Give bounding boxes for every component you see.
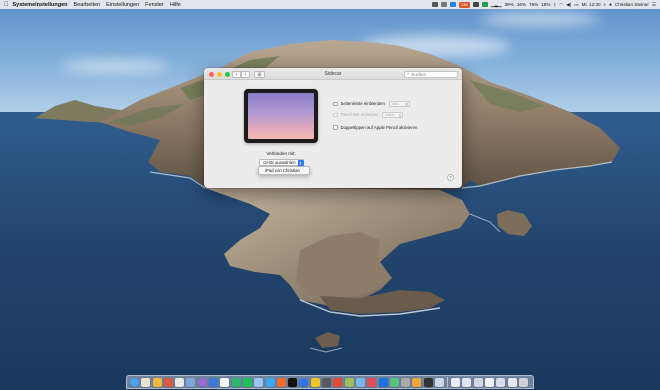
wallpaper-island: [35, 40, 620, 353]
dock-app-icon[interactable]: [310, 377, 320, 387]
status-percent-d[interactable]: 18%: [541, 2, 550, 7]
wifi-icon[interactable]: ◠: [559, 2, 563, 8]
dock-document-icon[interactable]: [485, 377, 494, 387]
status-app-icon[interactable]: [482, 2, 489, 7]
dock-app-icon[interactable]: [344, 377, 354, 387]
status-percent-c[interactable]: 76%: [529, 2, 538, 7]
dock-app-icon[interactable]: [209, 377, 219, 387]
dock-app-icon[interactable]: [242, 377, 252, 387]
desktop-wallpaper: [0, 0, 660, 390]
status-area: 13K ▁▂▁ 39% 16% 76% 18% ᛒ ◠ ◀) ▭ Mi. 12:…: [431, 1, 656, 8]
dock-app-icon[interactable]: [299, 377, 309, 387]
pencil-label: Doppeltippen auf Apple Pencil aktivieren: [340, 125, 418, 130]
dock-app-icon[interactable]: [322, 377, 332, 387]
menu-einstellungen[interactable]: Einstellungen: [106, 2, 139, 8]
dock-app-icon[interactable]: [389, 377, 399, 387]
sidebar-position-select[interactable]: links: [388, 101, 410, 107]
status-app-icon[interactable]: [449, 2, 456, 7]
option-sidebar: Seitenleiste einblenden links: [333, 101, 410, 107]
dock-app-icon[interactable]: [367, 377, 377, 387]
apple-menu-icon[interactable]: : [4, 2, 9, 8]
pencil-checkbox[interactable]: [333, 125, 338, 130]
dock-app-icon[interactable]: [130, 377, 139, 387]
menu-hilfe[interactable]: Hilfe: [170, 2, 181, 8]
search-field[interactable]: ⌕: [404, 70, 458, 78]
status-app-icon[interactable]: [431, 2, 438, 7]
sidecar-window: ‹ › ⊞ Sidecar ⌕ Verbinden mit: Gerät aus…: [204, 68, 462, 188]
search-icon: ⌕: [407, 71, 410, 76]
volume-icon[interactable]: ◀): [566, 2, 571, 8]
connect-label: Verbinden mit:: [266, 151, 296, 156]
sidebar-label: Seitenleiste einblenden: [340, 101, 385, 107]
dock-app-icon[interactable]: [423, 377, 433, 387]
touchbar-position-select[interactable]: unten: [382, 112, 404, 118]
dock-document-icon[interactable]: [462, 377, 472, 387]
touchbar-label: Touch Bar anzeigen: [340, 112, 379, 118]
bluetooth-icon[interactable]: ᛒ: [553, 2, 556, 7]
menu-bearbeiten[interactable]: Bearbeiten: [74, 2, 101, 8]
dock-app-icon[interactable]: [333, 377, 343, 387]
status-network-pill[interactable]: 13K: [458, 1, 471, 8]
dock-app-icon[interactable]: [175, 377, 185, 387]
dock-document-icon[interactable]: [473, 377, 483, 387]
dock-app-icon[interactable]: [220, 377, 230, 387]
notification-center-icon[interactable]: ☰: [652, 2, 656, 8]
status-percent-a[interactable]: 39%: [505, 2, 514, 7]
dock-app-icon[interactable]: [152, 377, 162, 387]
dock-app-icon[interactable]: [186, 377, 196, 387]
dock-document-icon[interactable]: [496, 377, 506, 387]
dock-app-icon[interactable]: [254, 377, 264, 387]
dock-app-icon[interactable]: [288, 377, 298, 387]
dock-app-icon[interactable]: [378, 377, 388, 387]
device-dropdown-menu: iPad von Christian: [258, 166, 310, 175]
dock-app-icon[interactable]: [276, 377, 286, 387]
menu-fenster[interactable]: Fenster: [145, 2, 164, 8]
device-select[interactable]: Gerät auswählen ⇕: [259, 159, 304, 167]
dock-app-icon[interactable]: [435, 377, 445, 387]
sidebar-checkbox[interactable]: [333, 101, 338, 106]
menubar-clock[interactable]: Mi. 12:30: [582, 2, 601, 7]
search-icon[interactable]: ⌕: [604, 2, 607, 7]
dock-document-icon[interactable]: [507, 377, 517, 387]
device-select-value: Gerät auswählen: [263, 160, 296, 165]
search-input[interactable]: [411, 71, 456, 77]
dock-app-icon[interactable]: [265, 377, 275, 387]
status-app-icon[interactable]: [440, 2, 447, 7]
ipad-screen: [248, 93, 314, 139]
menubar-user[interactable]: Christian Steiner: [615, 2, 649, 7]
trash-icon[interactable]: [518, 377, 528, 387]
dock-app-icon[interactable]: [163, 377, 173, 387]
dock-app-icon[interactable]: [412, 377, 422, 387]
dock-separator: [447, 377, 448, 387]
dock-document-icon[interactable]: [451, 377, 461, 387]
device-option-ipad[interactable]: iPad von Christian: [265, 168, 300, 173]
status-percent-b[interactable]: 16%: [517, 2, 526, 7]
touchbar-checkbox[interactable]: [333, 112, 338, 117]
status-cpu-graph-icon[interactable]: ▁▂▁: [491, 2, 502, 8]
help-button[interactable]: ?: [447, 174, 454, 181]
status-app-icon[interactable]: [473, 2, 480, 7]
dock-app-icon[interactable]: [141, 377, 151, 387]
option-touchbar: Touch Bar anzeigen unten: [333, 112, 404, 118]
window-titlebar[interactable]: ‹ › ⊞ Sidecar ⌕: [204, 68, 462, 80]
menu-bar:  Systemeinstellungen Bearbeiten Einstel…: [0, 0, 660, 9]
menu-app-name[interactable]: Systemeinstellungen: [13, 2, 68, 8]
dock: [126, 375, 534, 389]
battery-icon[interactable]: ▭: [574, 2, 578, 8]
dock-app-icon[interactable]: [355, 377, 365, 387]
user-avatar-icon[interactable]: ●: [609, 2, 612, 7]
dock-app-icon[interactable]: [401, 377, 411, 387]
option-pencil: Doppeltippen auf Apple Pencil aktivieren: [333, 125, 417, 130]
ipad-preview: [244, 89, 318, 143]
dock-app-icon[interactable]: [231, 377, 241, 387]
dock-app-icon[interactable]: [197, 377, 207, 387]
